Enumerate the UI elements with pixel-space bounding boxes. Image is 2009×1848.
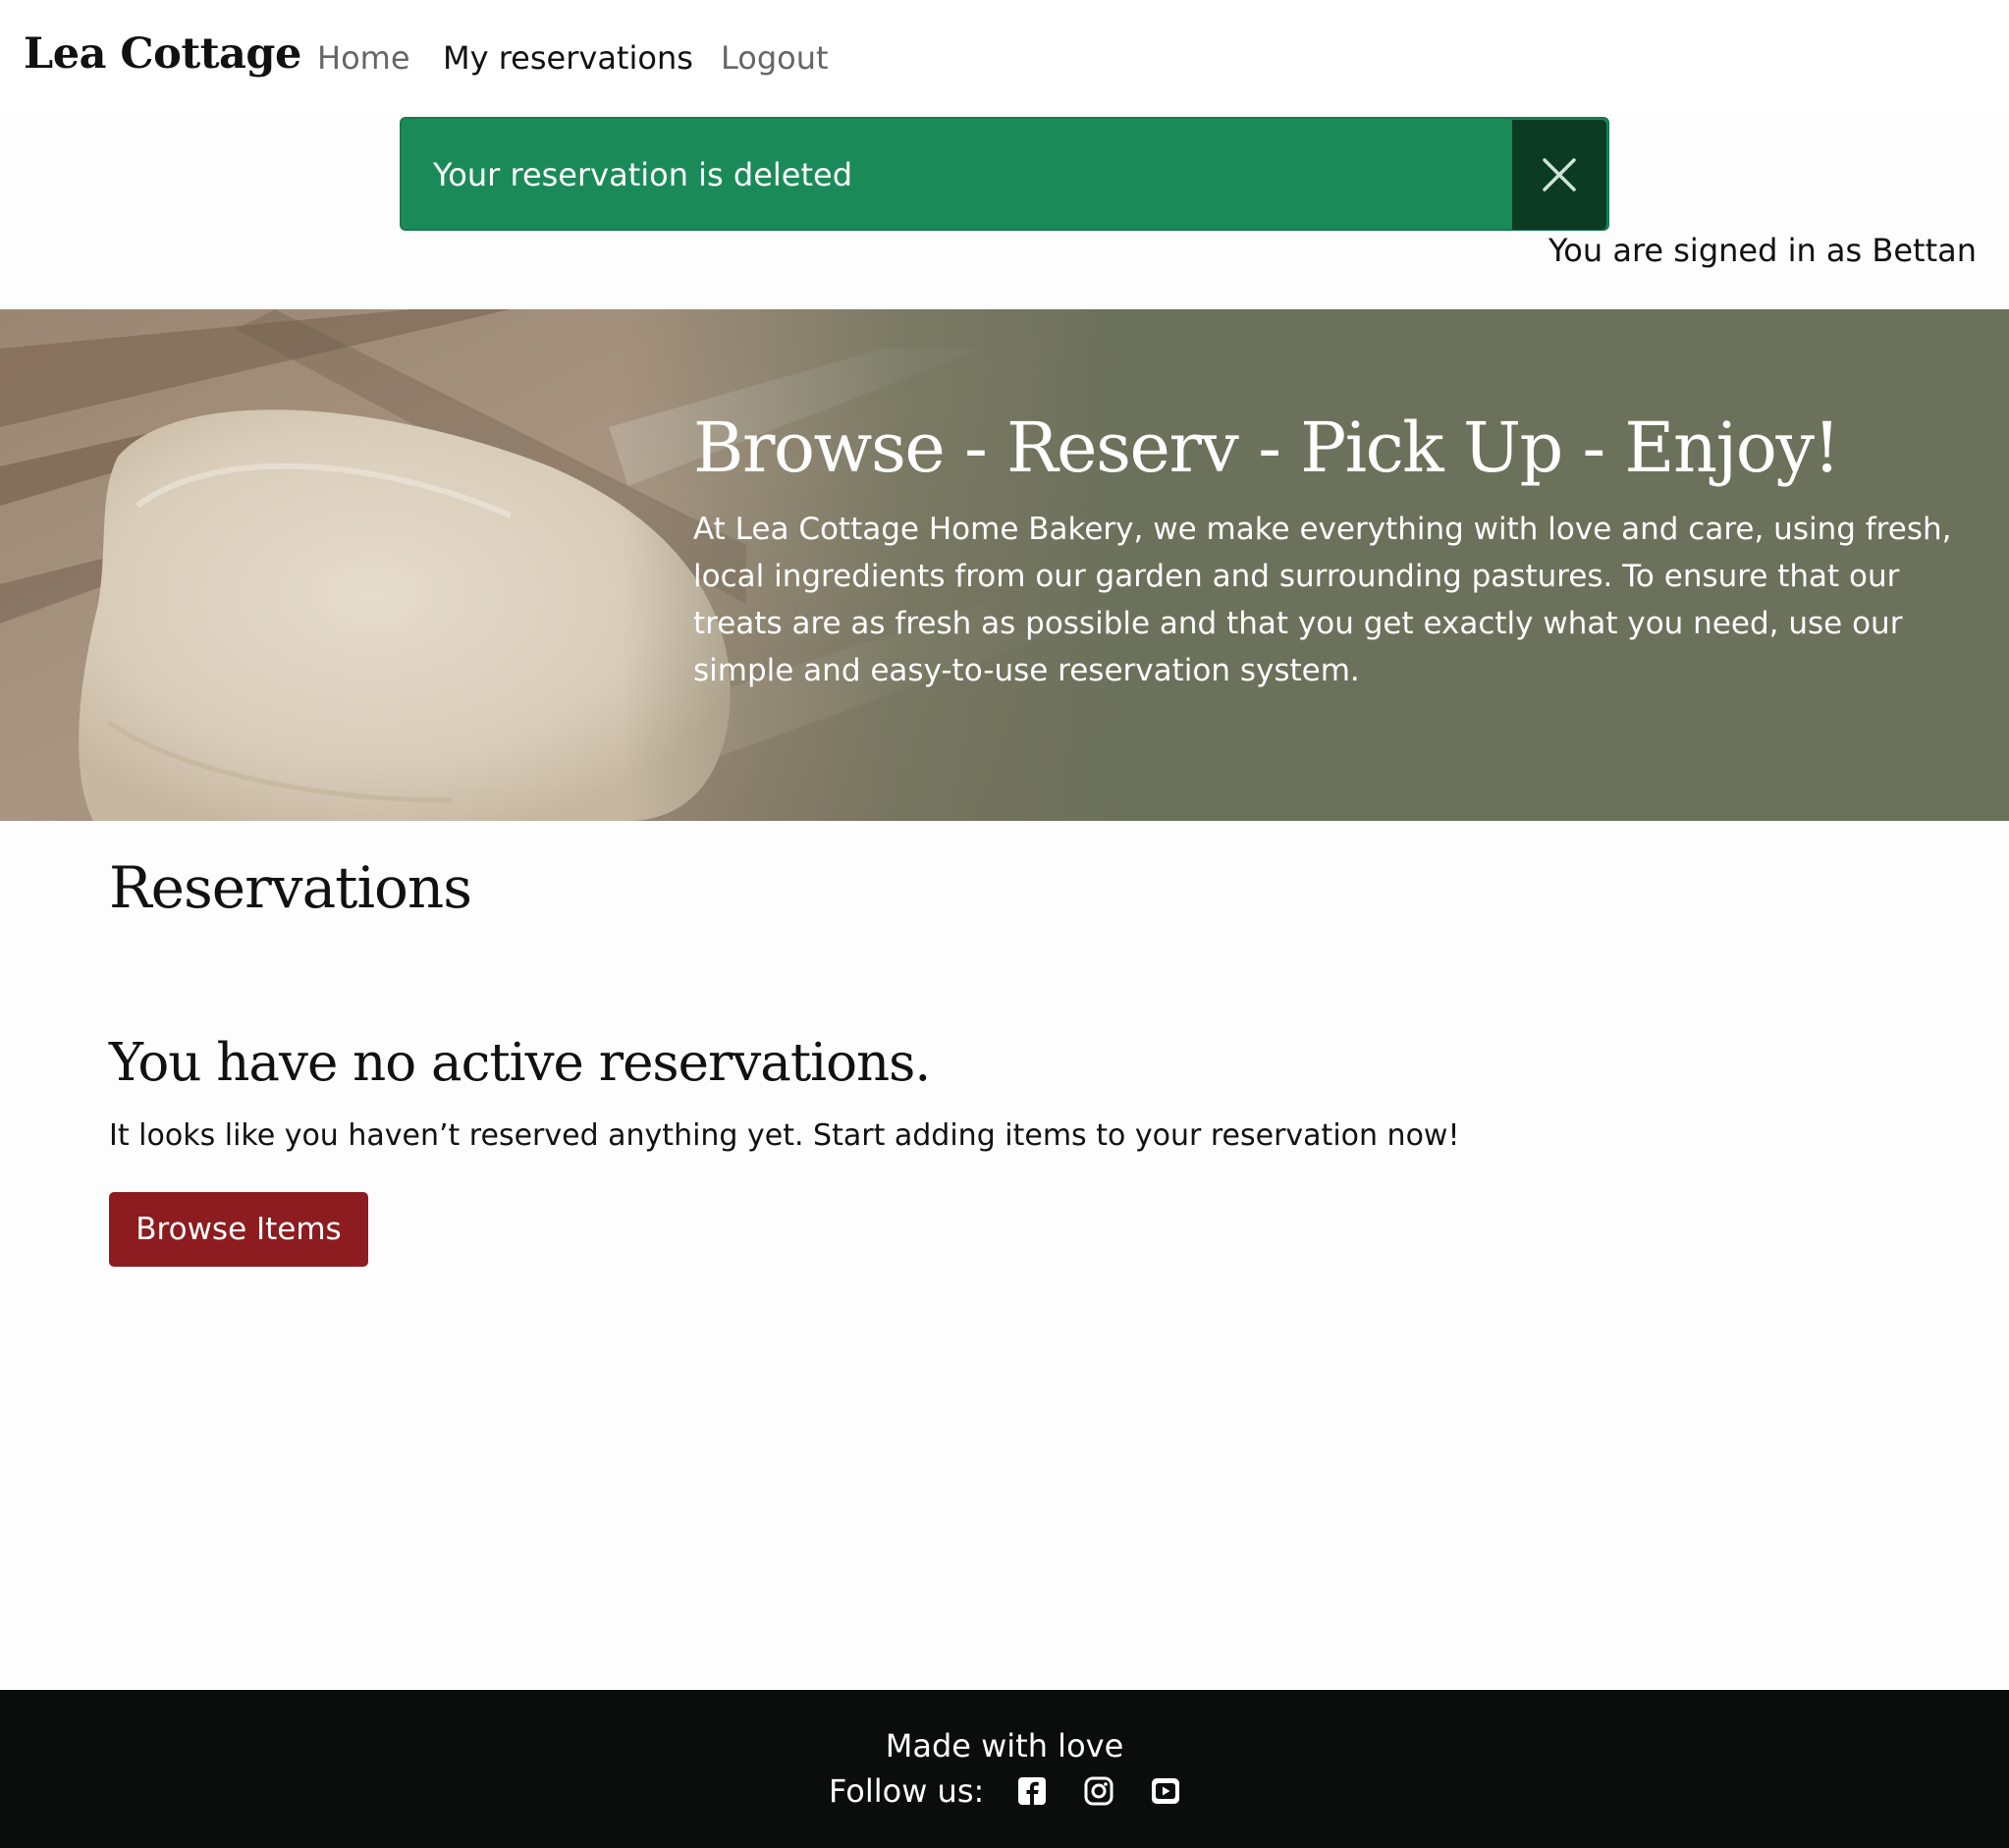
nav-logout-link[interactable]: Logout: [721, 39, 829, 77]
signed-in-status: You are signed in as Bettan: [1548, 232, 1977, 269]
page: Lea Cottage Home My reservations Logout …: [0, 0, 2009, 1848]
facebook-icon[interactable]: [1017, 1776, 1047, 1806]
empty-state-title: You have no active reservations.: [109, 1033, 931, 1093]
empty-state-text: It looks like you haven’t reserved anyth…: [109, 1118, 1460, 1153]
nav-home-link[interactable]: Home: [317, 39, 410, 77]
footer-follow-label: Follow us:: [829, 1772, 985, 1810]
hero-description: At Lea Cottage Home Bakery, we make ever…: [693, 512, 1952, 688]
success-alert: Your reservation is deleted: [400, 117, 1609, 231]
browse-items-button[interactable]: Browse Items: [109, 1192, 368, 1267]
close-icon: [1543, 158, 1576, 191]
brand-logo[interactable]: Lea Cottage: [24, 29, 301, 79]
footer-made-with-love: Made with love: [885, 1727, 1124, 1765]
youtube-icon[interactable]: [1151, 1776, 1180, 1806]
alert-close-button[interactable]: [1512, 120, 1606, 230]
page-title: Reservations: [109, 854, 472, 921]
alert-message: Your reservation is deleted: [433, 156, 853, 193]
nav-my-reservations-link[interactable]: My reservations: [443, 39, 693, 77]
hero-title: Browse - Reserv - Pick Up - Enjoy!: [693, 408, 1841, 488]
instagram-icon[interactable]: [1084, 1776, 1113, 1806]
hero-banner: Browse - Reserv - Pick Up - Enjoy! At Le…: [0, 309, 2009, 821]
footer: Made with love Follow us:: [0, 1690, 2009, 1848]
navbar: Lea Cottage Home My reservations Logout: [0, 0, 2009, 118]
